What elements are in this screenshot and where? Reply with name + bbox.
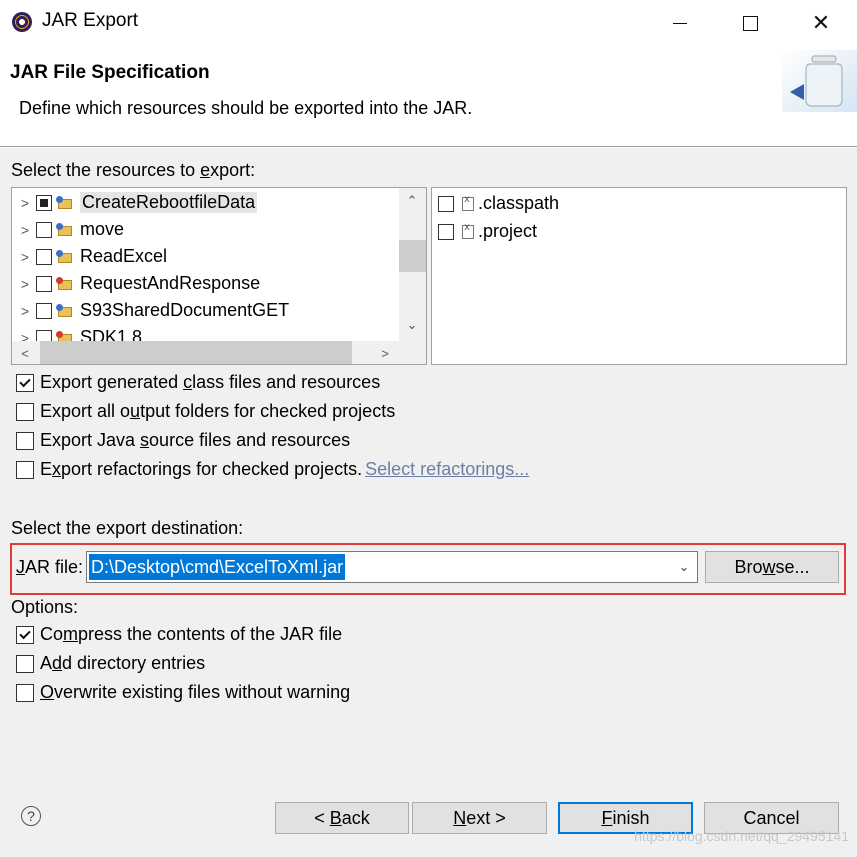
- file-item-project[interactable]: .project: [438, 218, 537, 245]
- scroll-up-icon[interactable]: ⌃: [401, 190, 423, 212]
- scrollbar-thumb[interactable]: [399, 240, 426, 272]
- tree-checkbox[interactable]: [36, 194, 52, 211]
- export-java-source-option[interactable]: Export Java source files and resources: [16, 430, 350, 451]
- next-button[interactable]: Next >: [412, 802, 547, 834]
- chevron-right-icon[interactable]: >: [14, 249, 36, 265]
- compress-checkbox[interactable]: [16, 625, 34, 644]
- tree-vertical-scrollbar[interactable]: ⌃ ⌄: [399, 188, 426, 341]
- options-label: Options:: [11, 597, 79, 617]
- chevron-right-icon[interactable]: >: [14, 222, 36, 238]
- select-refactorings-link[interactable]: Select refactorings...: [365, 459, 529, 480]
- scroll-left-icon[interactable]: <: [14, 342, 36, 364]
- tree-item-label: move: [80, 219, 125, 239]
- export-class-files-checkbox[interactable]: [16, 373, 34, 392]
- chevron-right-icon[interactable]: >: [14, 195, 36, 211]
- overwrite-checkbox[interactable]: [16, 683, 34, 702]
- tree-item-label: RequestAndResponse: [80, 273, 261, 293]
- tree-item-label: CreateRebootfileData: [80, 192, 258, 213]
- java-project-error-icon: [56, 276, 74, 291]
- export-java-source-checkbox[interactable]: [16, 431, 34, 450]
- resources-label: Select the resources to export:: [11, 160, 256, 180]
- tree-item-requestandresponse[interactable]: > RequestAndResponse: [12, 270, 397, 297]
- scroll-down-icon[interactable]: ⌄: [401, 314, 423, 336]
- tree-checkbox[interactable]: [36, 302, 52, 319]
- export-refactorings-checkbox[interactable]: [16, 460, 34, 479]
- chevron-down-icon[interactable]: ⌄: [672, 553, 696, 581]
- file-checkbox[interactable]: [438, 195, 454, 212]
- tree-item-label: S93SharedDocumentGET: [80, 300, 290, 320]
- overwrite-option[interactable]: Overwrite existing files without warning: [16, 682, 350, 703]
- destination-label: Select the export destination:: [11, 518, 244, 538]
- export-output-folders-checkbox[interactable]: [16, 402, 34, 421]
- browse-button[interactable]: Bro w se...: [705, 551, 839, 583]
- jar-icon: [782, 50, 857, 112]
- java-project-icon: [56, 249, 74, 264]
- tree-checkbox[interactable]: [36, 248, 52, 265]
- tree-item-move[interactable]: > move: [12, 216, 397, 243]
- chevron-right-icon[interactable]: >: [14, 303, 36, 319]
- xml-file-icon: [462, 222, 474, 239]
- file-item-classpath[interactable]: .classpath: [438, 190, 559, 217]
- back-button[interactable]: < Back: [275, 802, 409, 834]
- eclipse-icon: [12, 12, 32, 32]
- wizard-header: [0, 46, 857, 146]
- file-checkbox[interactable]: [438, 223, 454, 240]
- maximize-button[interactable]: [715, 0, 785, 46]
- file-item-label: .project: [478, 221, 538, 241]
- minimize-icon: [673, 22, 687, 24]
- jar-file-label: JAR file:: [16, 557, 84, 577]
- tree-checkbox[interactable]: [36, 275, 52, 292]
- tree-checkbox[interactable]: [36, 221, 52, 238]
- window-title: JAR Export: [42, 10, 139, 31]
- export-refactorings-option[interactable]: Export refactorings for checked projects…: [16, 459, 529, 480]
- chevron-right-icon[interactable]: >: [14, 276, 36, 292]
- file-list[interactable]: .classpath .project: [431, 187, 847, 365]
- help-icon[interactable]: ?: [21, 806, 41, 826]
- add-directory-option[interactable]: Add directory entries: [16, 653, 205, 674]
- compress-option[interactable]: Compress the contents of the JAR file: [16, 624, 342, 645]
- export-class-files-option[interactable]: Export generated class files and resourc…: [16, 372, 380, 393]
- tree-item-label: ReadExcel: [80, 246, 168, 266]
- java-project-icon: [56, 222, 74, 237]
- page-description: Define which resources should be exporte…: [19, 98, 473, 118]
- tree-item-s93shareddocumentget[interactable]: > S93SharedDocumentGET: [12, 297, 397, 324]
- scrollbar-thumb[interactable]: [40, 341, 352, 364]
- maximize-icon: [742, 15, 758, 31]
- page-title: JAR File Specification: [10, 62, 210, 83]
- minimize-button[interactable]: [645, 0, 715, 46]
- jar-file-input[interactable]: D:\Desktop\cmd\ExcelToXml.jar: [89, 554, 346, 580]
- java-project-icon: [56, 195, 74, 210]
- project-tree[interactable]: > CreateRebootfileData > move > ReadExce…: [11, 187, 427, 365]
- xml-file-icon: [462, 194, 474, 211]
- java-project-icon: [56, 303, 74, 318]
- close-button[interactable]: ✕: [786, 0, 856, 46]
- tree-item-readexcel[interactable]: > ReadExcel: [12, 243, 397, 270]
- export-output-folders-option[interactable]: Export all output folders for checked pr…: [16, 401, 395, 422]
- file-item-label: .classpath: [478, 193, 560, 213]
- tree-horizontal-scrollbar[interactable]: < >: [12, 341, 426, 364]
- close-icon: ✕: [811, 10, 831, 35]
- scroll-right-icon[interactable]: >: [374, 342, 396, 364]
- tree-item-createrebootfiledata[interactable]: > CreateRebootfileData: [12, 189, 397, 216]
- add-directory-checkbox[interactable]: [16, 654, 34, 673]
- watermark: https://blog.csdn.net/qq_29495141: [634, 828, 849, 844]
